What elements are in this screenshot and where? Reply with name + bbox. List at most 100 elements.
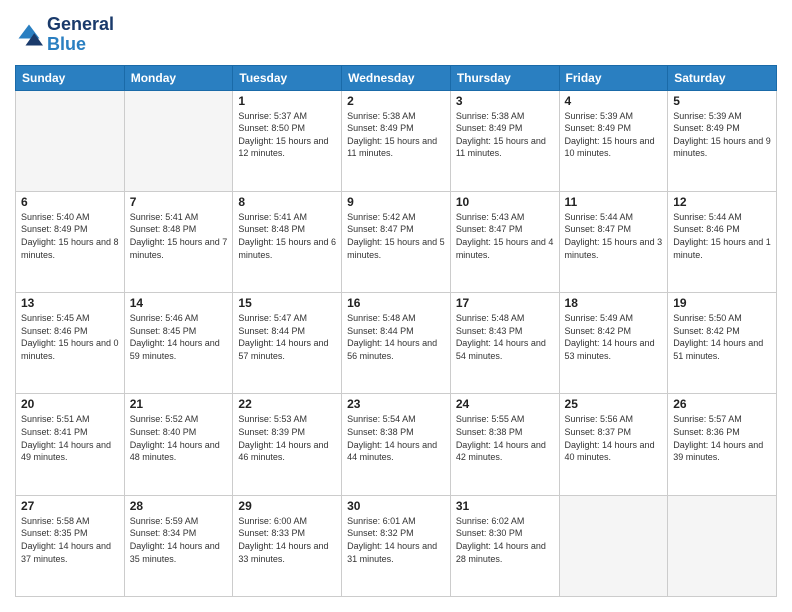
cell-info: Sunrise: 6:01 AMSunset: 8:32 PMDaylight:… — [347, 515, 445, 565]
cell-info: Sunrise: 5:55 AMSunset: 8:38 PMDaylight:… — [456, 413, 554, 463]
cell-info: Sunrise: 5:54 AMSunset: 8:38 PMDaylight:… — [347, 413, 445, 463]
calendar-cell: 18Sunrise: 5:49 AMSunset: 8:42 PMDayligh… — [559, 293, 668, 394]
day-number: 20 — [21, 397, 119, 411]
day-number: 17 — [456, 296, 554, 310]
calendar-table: SundayMondayTuesdayWednesdayThursdayFrid… — [15, 65, 777, 597]
cell-info: Sunrise: 5:58 AMSunset: 8:35 PMDaylight:… — [21, 515, 119, 565]
calendar-cell — [16, 90, 125, 191]
cell-info: Sunrise: 5:59 AMSunset: 8:34 PMDaylight:… — [130, 515, 228, 565]
weekday-header: Tuesday — [233, 65, 342, 90]
day-number: 4 — [565, 94, 663, 108]
calendar-cell: 16Sunrise: 5:48 AMSunset: 8:44 PMDayligh… — [342, 293, 451, 394]
day-number: 22 — [238, 397, 336, 411]
calendar-cell: 20 Sunrise: 5:51 AMSunset: 8:41 PMDayligh… — [16, 394, 125, 495]
cell-info: Sunrise: 5:53 AMSunset: 8:39 PMDaylight:… — [238, 413, 336, 463]
calendar-cell: 15Sunrise: 5:47 AMSunset: 8:44 PMDayligh… — [233, 293, 342, 394]
weekday-header-row: SundayMondayTuesdayWednesdayThursdayFrid… — [16, 65, 777, 90]
cell-info: Sunrise: 6:00 AMSunset: 8:33 PMDaylight:… — [238, 515, 336, 565]
day-number: 27 — [21, 499, 119, 513]
cell-info: Sunrise: 5:57 AMSunset: 8:36 PMDaylight:… — [673, 413, 771, 463]
logo-icon — [15, 21, 43, 49]
cell-info: Sunrise: 5:45 AMSunset: 8:46 PMDaylight:… — [21, 312, 119, 362]
calendar-cell: 13 Sunrise: 5:45 AMSunset: 8:46 PMDayligh… — [16, 293, 125, 394]
cell-info: Sunrise: 5:41 AMSunset: 8:48 PMDaylight:… — [238, 211, 336, 261]
day-number: 2 — [347, 94, 445, 108]
calendar-cell: 29 Sunrise: 6:00 AMSunset: 8:33 PMDayligh… — [233, 495, 342, 596]
cell-info: Sunrise: 5:52 AMSunset: 8:40 PMDaylight:… — [130, 413, 228, 463]
cell-info: Sunrise: 5:56 AMSunset: 8:37 PMDaylight:… — [565, 413, 663, 463]
calendar-cell: 19Sunrise: 5:50 AMSunset: 8:42 PMDayligh… — [668, 293, 777, 394]
calendar-week-row: 27 Sunrise: 5:58 AMSunset: 8:35 PMDayligh… — [16, 495, 777, 596]
calendar-week-row: 1 Sunrise: 5:37 AMSunset: 8:50 PMDaylight… — [16, 90, 777, 191]
calendar-cell: 10Sunrise: 5:43 AMSunset: 8:47 PMDayligh… — [450, 191, 559, 292]
day-number: 28 — [130, 499, 228, 513]
page: General Blue SundayMondayTuesdayWednesda… — [0, 0, 792, 612]
day-number: 11 — [565, 195, 663, 209]
day-number: 25 — [565, 397, 663, 411]
weekday-header: Wednesday — [342, 65, 451, 90]
calendar-cell: 21 Sunrise: 5:52 AMSunset: 8:40 PMDayligh… — [124, 394, 233, 495]
calendar-cell: 8 Sunrise: 5:41 AMSunset: 8:48 PMDaylight… — [233, 191, 342, 292]
calendar-cell: 30 Sunrise: 6:01 AMSunset: 8:32 PMDayligh… — [342, 495, 451, 596]
day-number: 3 — [456, 94, 554, 108]
day-number: 29 — [238, 499, 336, 513]
cell-info: Sunrise: 6:02 AMSunset: 8:30 PMDaylight:… — [456, 515, 554, 565]
calendar-cell: 28 Sunrise: 5:59 AMSunset: 8:34 PMDayligh… — [124, 495, 233, 596]
day-number: 12 — [673, 195, 771, 209]
cell-info: Sunrise: 5:47 AMSunset: 8:44 PMDaylight:… — [238, 312, 336, 362]
calendar-cell: 12 Sunrise: 5:44 AMSunset: 8:46 PMDayligh… — [668, 191, 777, 292]
calendar-cell: 27 Sunrise: 5:58 AMSunset: 8:35 PMDayligh… — [16, 495, 125, 596]
day-number: 24 — [456, 397, 554, 411]
calendar-cell: 7 Sunrise: 5:41 AMSunset: 8:48 PMDaylight… — [124, 191, 233, 292]
day-number: 9 — [347, 195, 445, 209]
calendar-cell: 6Sunrise: 5:40 AMSunset: 8:49 PMDaylight… — [16, 191, 125, 292]
calendar-week-row: 6Sunrise: 5:40 AMSunset: 8:49 PMDaylight… — [16, 191, 777, 292]
weekday-header: Thursday — [450, 65, 559, 90]
weekday-header: Sunday — [16, 65, 125, 90]
cell-info: Sunrise: 5:50 AMSunset: 8:42 PMDaylight:… — [673, 312, 771, 362]
day-number: 6 — [21, 195, 119, 209]
day-number: 31 — [456, 499, 554, 513]
calendar-cell: 25 Sunrise: 5:56 AMSunset: 8:37 PMDayligh… — [559, 394, 668, 495]
day-number: 10 — [456, 195, 554, 209]
day-number: 21 — [130, 397, 228, 411]
cell-info: Sunrise: 5:39 AMSunset: 8:49 PMDaylight:… — [565, 110, 663, 160]
cell-info: Sunrise: 5:39 AMSunset: 8:49 PMDaylight:… — [673, 110, 771, 160]
calendar-cell: 9Sunrise: 5:42 AMSunset: 8:47 PMDaylight… — [342, 191, 451, 292]
calendar-cell: 22 Sunrise: 5:53 AMSunset: 8:39 PMDayligh… — [233, 394, 342, 495]
day-number: 14 — [130, 296, 228, 310]
day-number: 30 — [347, 499, 445, 513]
cell-info: Sunrise: 5:41 AMSunset: 8:48 PMDaylight:… — [130, 211, 228, 261]
calendar-cell: 31 Sunrise: 6:02 AMSunset: 8:30 PMDayligh… — [450, 495, 559, 596]
cell-info: Sunrise: 5:44 AMSunset: 8:46 PMDaylight:… — [673, 211, 771, 261]
day-number: 8 — [238, 195, 336, 209]
day-number: 23 — [347, 397, 445, 411]
calendar-cell: 3 Sunrise: 5:38 AMSunset: 8:49 PMDaylight… — [450, 90, 559, 191]
calendar-cell: 4 Sunrise: 5:39 AMSunset: 8:49 PMDaylight… — [559, 90, 668, 191]
day-number: 5 — [673, 94, 771, 108]
calendar-cell: 26 Sunrise: 5:57 AMSunset: 8:36 PMDayligh… — [668, 394, 777, 495]
day-number: 26 — [673, 397, 771, 411]
calendar-week-row: 13 Sunrise: 5:45 AMSunset: 8:46 PMDayligh… — [16, 293, 777, 394]
cell-info: Sunrise: 5:37 AMSunset: 8:50 PMDaylight:… — [238, 110, 336, 160]
cell-info: Sunrise: 5:38 AMSunset: 8:49 PMDaylight:… — [347, 110, 445, 160]
day-number: 1 — [238, 94, 336, 108]
header: General Blue — [15, 15, 777, 55]
cell-info: Sunrise: 5:38 AMSunset: 8:49 PMDaylight:… — [456, 110, 554, 160]
day-number: 7 — [130, 195, 228, 209]
logo-text: General Blue — [47, 15, 114, 55]
calendar-cell: 23 Sunrise: 5:54 AMSunset: 8:38 PMDayligh… — [342, 394, 451, 495]
calendar-cell — [124, 90, 233, 191]
calendar-cell — [559, 495, 668, 596]
cell-info: Sunrise: 5:46 AMSunset: 8:45 PMDaylight:… — [130, 312, 228, 362]
calendar-cell: 11Sunrise: 5:44 AMSunset: 8:47 PMDayligh… — [559, 191, 668, 292]
calendar-cell: 1 Sunrise: 5:37 AMSunset: 8:50 PMDaylight… — [233, 90, 342, 191]
calendar-cell: 2 Sunrise: 5:38 AMSunset: 8:49 PMDaylight… — [342, 90, 451, 191]
day-number: 13 — [21, 296, 119, 310]
calendar-cell: 17Sunrise: 5:48 AMSunset: 8:43 PMDayligh… — [450, 293, 559, 394]
cell-info: Sunrise: 5:48 AMSunset: 8:44 PMDaylight:… — [347, 312, 445, 362]
day-number: 18 — [565, 296, 663, 310]
weekday-header: Friday — [559, 65, 668, 90]
logo: General Blue — [15, 15, 114, 55]
cell-info: Sunrise: 5:51 AMSunset: 8:41 PMDaylight:… — [21, 413, 119, 463]
